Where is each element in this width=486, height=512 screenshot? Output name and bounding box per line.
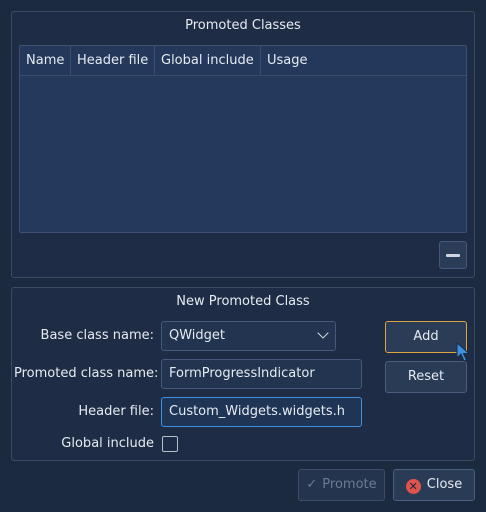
new-promoted-class-title: New Promoted Class [176,294,310,309]
minus-icon [446,253,460,257]
promote-label: Promote [322,477,377,492]
close-label: Close [426,477,463,492]
close-button[interactable]: ✕ Close [393,469,475,501]
promoted-classes-title: Promoted Classes [185,18,301,33]
column-header-global-include[interactable]: Global include [155,46,261,75]
header-file-input[interactable]: Custom_Widgets.widgets.h [161,397,362,427]
base-class-combobox[interactable]: QWidget [161,321,336,351]
base-class-label: Base class name: [40,328,154,343]
reset-button[interactable]: Reset [385,361,467,393]
mouse-cursor-icon [456,342,470,362]
promoted-classes-group: Promoted Classes Name Header file Global… [11,11,475,278]
column-header-usage[interactable]: Usage [261,46,466,75]
global-include-checkbox[interactable] [162,436,178,452]
check-icon: ✓ [306,477,318,492]
table-header: Name Header file Global include Usage [20,46,466,76]
chevron-down-icon [317,327,329,339]
base-class-value: QWidget [169,328,226,343]
close-icon: ✕ [405,479,421,494]
global-include-label: Global include [61,436,154,451]
promoted-classes-table[interactable]: Name Header file Global include Usage [19,45,467,233]
column-header-name[interactable]: Name [20,46,71,75]
remove-class-button[interactable] [439,241,467,269]
promoted-class-input[interactable]: FormProgressIndicator [161,359,362,389]
promote-button[interactable]: ✓ Promote [298,469,385,501]
header-file-label: Header file: [78,404,154,419]
column-header-header-file[interactable]: Header file [71,46,155,75]
add-button[interactable]: Add [385,321,467,353]
promoted-class-label: Promoted class name: [14,366,159,381]
table-body[interactable] [20,76,466,232]
